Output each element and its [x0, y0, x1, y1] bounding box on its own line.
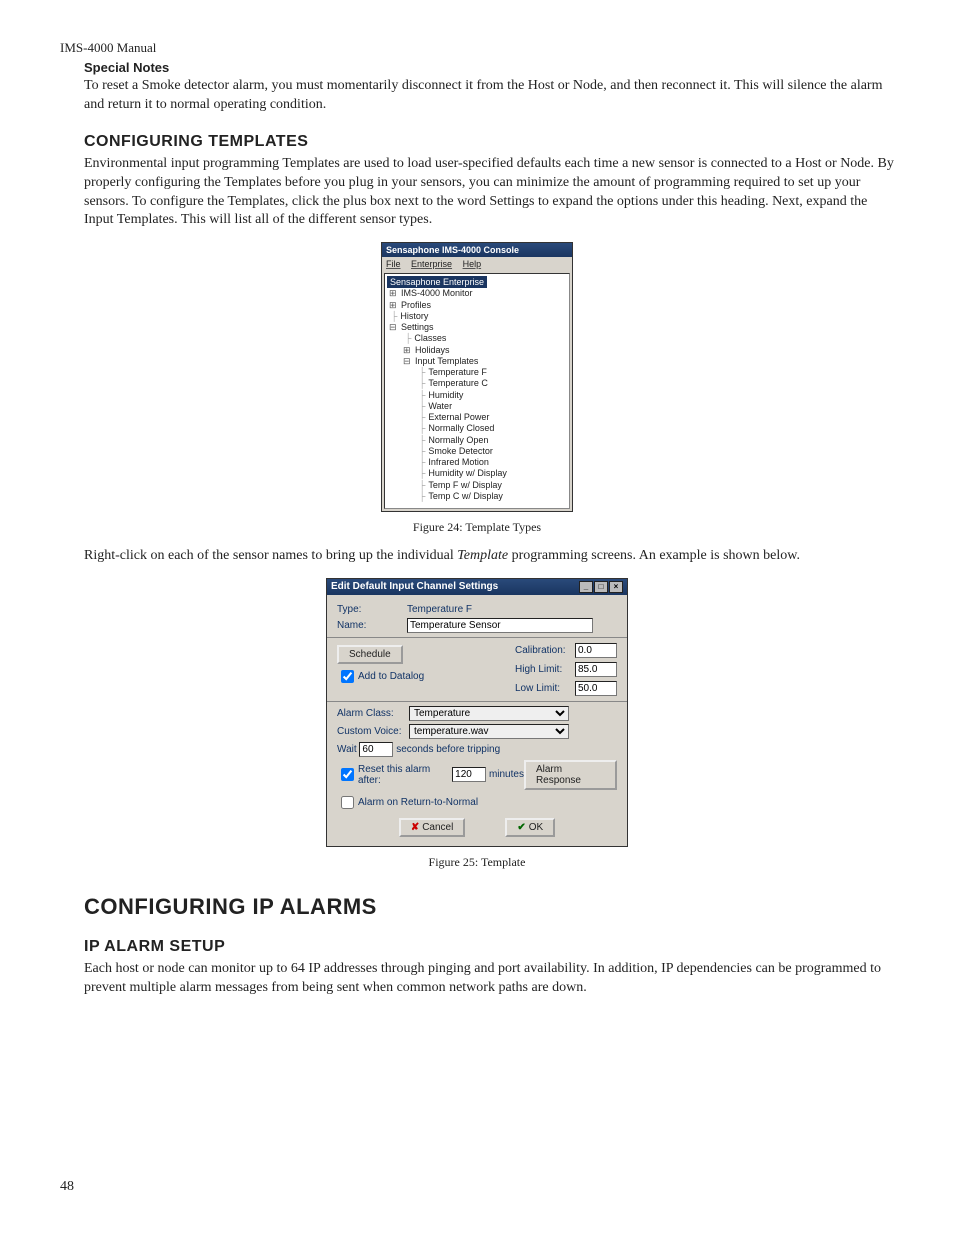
- figure-24-caption: Figure 24: Template Types: [60, 520, 894, 535]
- high-limit-label: High Limit:: [515, 664, 575, 675]
- tree-input-templates[interactable]: Input Templates: [415, 356, 567, 367]
- tree-template-item[interactable]: Normally Open: [429, 435, 567, 446]
- wait-label: Wait: [337, 744, 357, 755]
- cancel-button[interactable]: ✘Cancel: [399, 818, 466, 837]
- tree-template-item[interactable]: Humidity w/ Display: [429, 468, 567, 479]
- tree-template-item[interactable]: Normally Closed: [429, 423, 567, 434]
- menu-help[interactable]: Help: [463, 259, 482, 269]
- minimize-icon[interactable]: _: [579, 581, 593, 593]
- mid-text-2: programming screens. An example is shown…: [508, 548, 800, 563]
- add-to-datalog-checkbox[interactable]: [341, 670, 354, 683]
- calibration-label: Calibration:: [515, 645, 575, 656]
- schedule-button[interactable]: Schedule: [337, 645, 403, 664]
- tree-classes[interactable]: Classes: [415, 333, 567, 344]
- console-window: Sensaphone IMS-4000 Console File Enterpr…: [381, 242, 573, 512]
- dialog-title: Edit Default Input Channel Settings: [331, 581, 498, 593]
- tree-template-item[interactable]: Humidity: [429, 390, 567, 401]
- tree-monitor[interactable]: IMS-4000 Monitor: [401, 288, 567, 299]
- type-label: Type:: [337, 604, 407, 615]
- tree-holidays[interactable]: Holidays: [415, 345, 567, 356]
- ip-alarm-setup-body: Each host or node can monitor up to 64 I…: [84, 960, 894, 998]
- menu-file[interactable]: File: [386, 259, 401, 269]
- alarm-return-checkbox[interactable]: [341, 796, 354, 809]
- alarm-return-label: Alarm on Return-to-Normal: [358, 797, 478, 808]
- tree-body: Sensaphone Enterprise IMS-4000 Monitor P…: [384, 273, 570, 509]
- add-to-datalog-label: Add to Datalog: [358, 671, 424, 682]
- reset-input[interactable]: [452, 767, 486, 782]
- calibration-input[interactable]: [575, 643, 617, 658]
- reset-label: Reset this alarm after:: [358, 764, 449, 786]
- figure-25-caption: Figure 25: Template: [60, 855, 894, 870]
- figure-24: Sensaphone IMS-4000 Console File Enterpr…: [60, 242, 894, 535]
- configuring-ip-alarms-heading: CONFIGURING IP ALARMS: [84, 894, 894, 920]
- menubar: File Enterprise Help: [382, 257, 572, 271]
- ok-button[interactable]: ✔OK: [505, 818, 555, 837]
- mid-text-1: Right-click on each of the sensor names …: [84, 548, 457, 563]
- type-value: Temperature F: [407, 604, 472, 615]
- menu-enterprise[interactable]: Enterprise: [411, 259, 452, 269]
- template-dialog: Edit Default Input Channel Settings _□× …: [326, 578, 628, 847]
- window-buttons: _□×: [578, 581, 623, 593]
- tree-template-item[interactable]: Temp C w/ Display: [429, 491, 567, 502]
- custom-voice-select[interactable]: temperature.wav: [409, 724, 569, 739]
- tree-template-item[interactable]: Temp F w/ Display: [429, 480, 567, 491]
- tree-template-item[interactable]: Smoke Detector: [429, 446, 567, 457]
- special-notes-body: To reset a Smoke detector alarm, you mus…: [84, 77, 894, 115]
- cancel-x-icon: ✘: [411, 822, 419, 833]
- tree-template-item[interactable]: Temperature F: [429, 367, 567, 378]
- name-input[interactable]: [407, 618, 593, 633]
- tree-history[interactable]: History: [401, 311, 567, 322]
- tree-settings[interactable]: Settings: [401, 322, 567, 333]
- high-limit-input[interactable]: [575, 662, 617, 677]
- window-titlebar: Sensaphone IMS-4000 Console: [382, 243, 572, 257]
- dialog-titlebar: Edit Default Input Channel Settings _□×: [327, 579, 627, 595]
- reset-suffix: minutes: [489, 769, 524, 780]
- alarm-class-label: Alarm Class:: [337, 708, 409, 719]
- ip-alarm-setup-heading: IP ALARM SETUP: [84, 938, 894, 956]
- tree-template-item[interactable]: Temperature C: [429, 378, 567, 389]
- tree-template-item[interactable]: Infrared Motion: [429, 457, 567, 468]
- alarm-response-button[interactable]: Alarm Response: [524, 760, 617, 790]
- mid-paragraph: Right-click on each of the sensor names …: [84, 547, 894, 566]
- configuring-templates-heading: CONFIGURING TEMPLATES: [84, 133, 894, 151]
- wait-suffix: seconds before tripping: [396, 744, 500, 755]
- tree-template-item[interactable]: External Power: [429, 412, 567, 423]
- configuring-templates-body: Environmental input programming Template…: [84, 155, 894, 231]
- name-label: Name:: [337, 620, 407, 631]
- wait-input[interactable]: [359, 742, 393, 757]
- close-icon[interactable]: ×: [609, 581, 623, 593]
- low-limit-label: Low Limit:: [515, 683, 575, 694]
- custom-voice-label: Custom Voice:: [337, 726, 409, 737]
- maximize-icon[interactable]: □: [594, 581, 608, 593]
- ok-check-icon: ✔: [517, 822, 525, 833]
- tree-template-item[interactable]: Water: [429, 401, 567, 412]
- mid-italic: Template: [457, 548, 508, 563]
- figure-25: Edit Default Input Channel Settings _□× …: [60, 578, 894, 870]
- low-limit-input[interactable]: [575, 681, 617, 696]
- manual-title: IMS-4000 Manual: [60, 40, 894, 56]
- special-notes-heading: Special Notes: [84, 60, 894, 75]
- alarm-class-select[interactable]: Temperature: [409, 706, 569, 721]
- tree-profiles[interactable]: Profiles: [401, 300, 567, 311]
- reset-checkbox[interactable]: [341, 768, 354, 781]
- page-number: 48: [60, 1179, 74, 1195]
- tree-root[interactable]: Sensaphone Enterprise: [387, 276, 487, 288]
